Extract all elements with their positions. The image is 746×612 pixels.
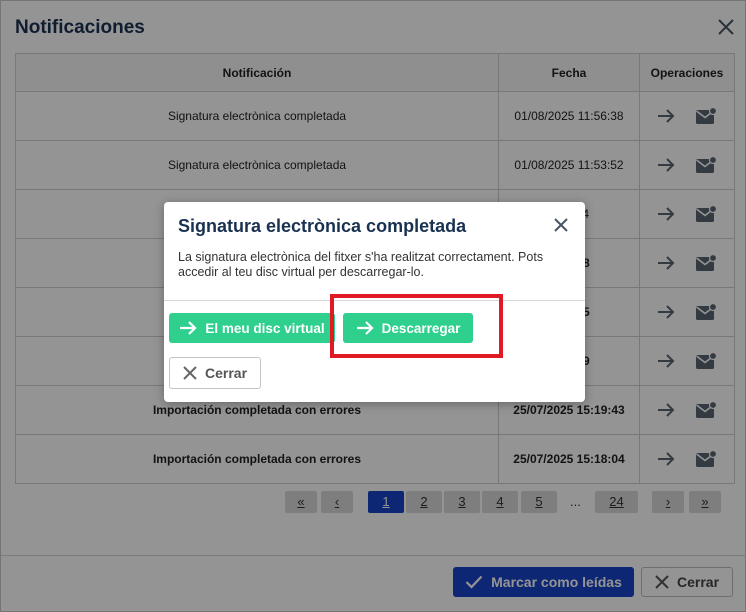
dialog-cancel-button[interactable]: Cerrar: [169, 357, 261, 389]
dialog-message: La signatura electrònica del fitxer s'ha…: [178, 250, 544, 279]
close-icon: [183, 366, 197, 380]
virtual-disc-label: El meu disc virtual: [205, 320, 325, 336]
close-icon: [554, 218, 568, 232]
highlight-box: [330, 294, 503, 358]
dialog-close-button[interactable]: [552, 216, 570, 234]
dialog-cancel-label: Cerrar: [204, 365, 248, 381]
dialog-title: Signatura electrònica completada: [178, 216, 467, 236]
arrow-right-icon: [180, 321, 197, 335]
virtual-disc-button[interactable]: El meu disc virtual: [169, 313, 335, 343]
